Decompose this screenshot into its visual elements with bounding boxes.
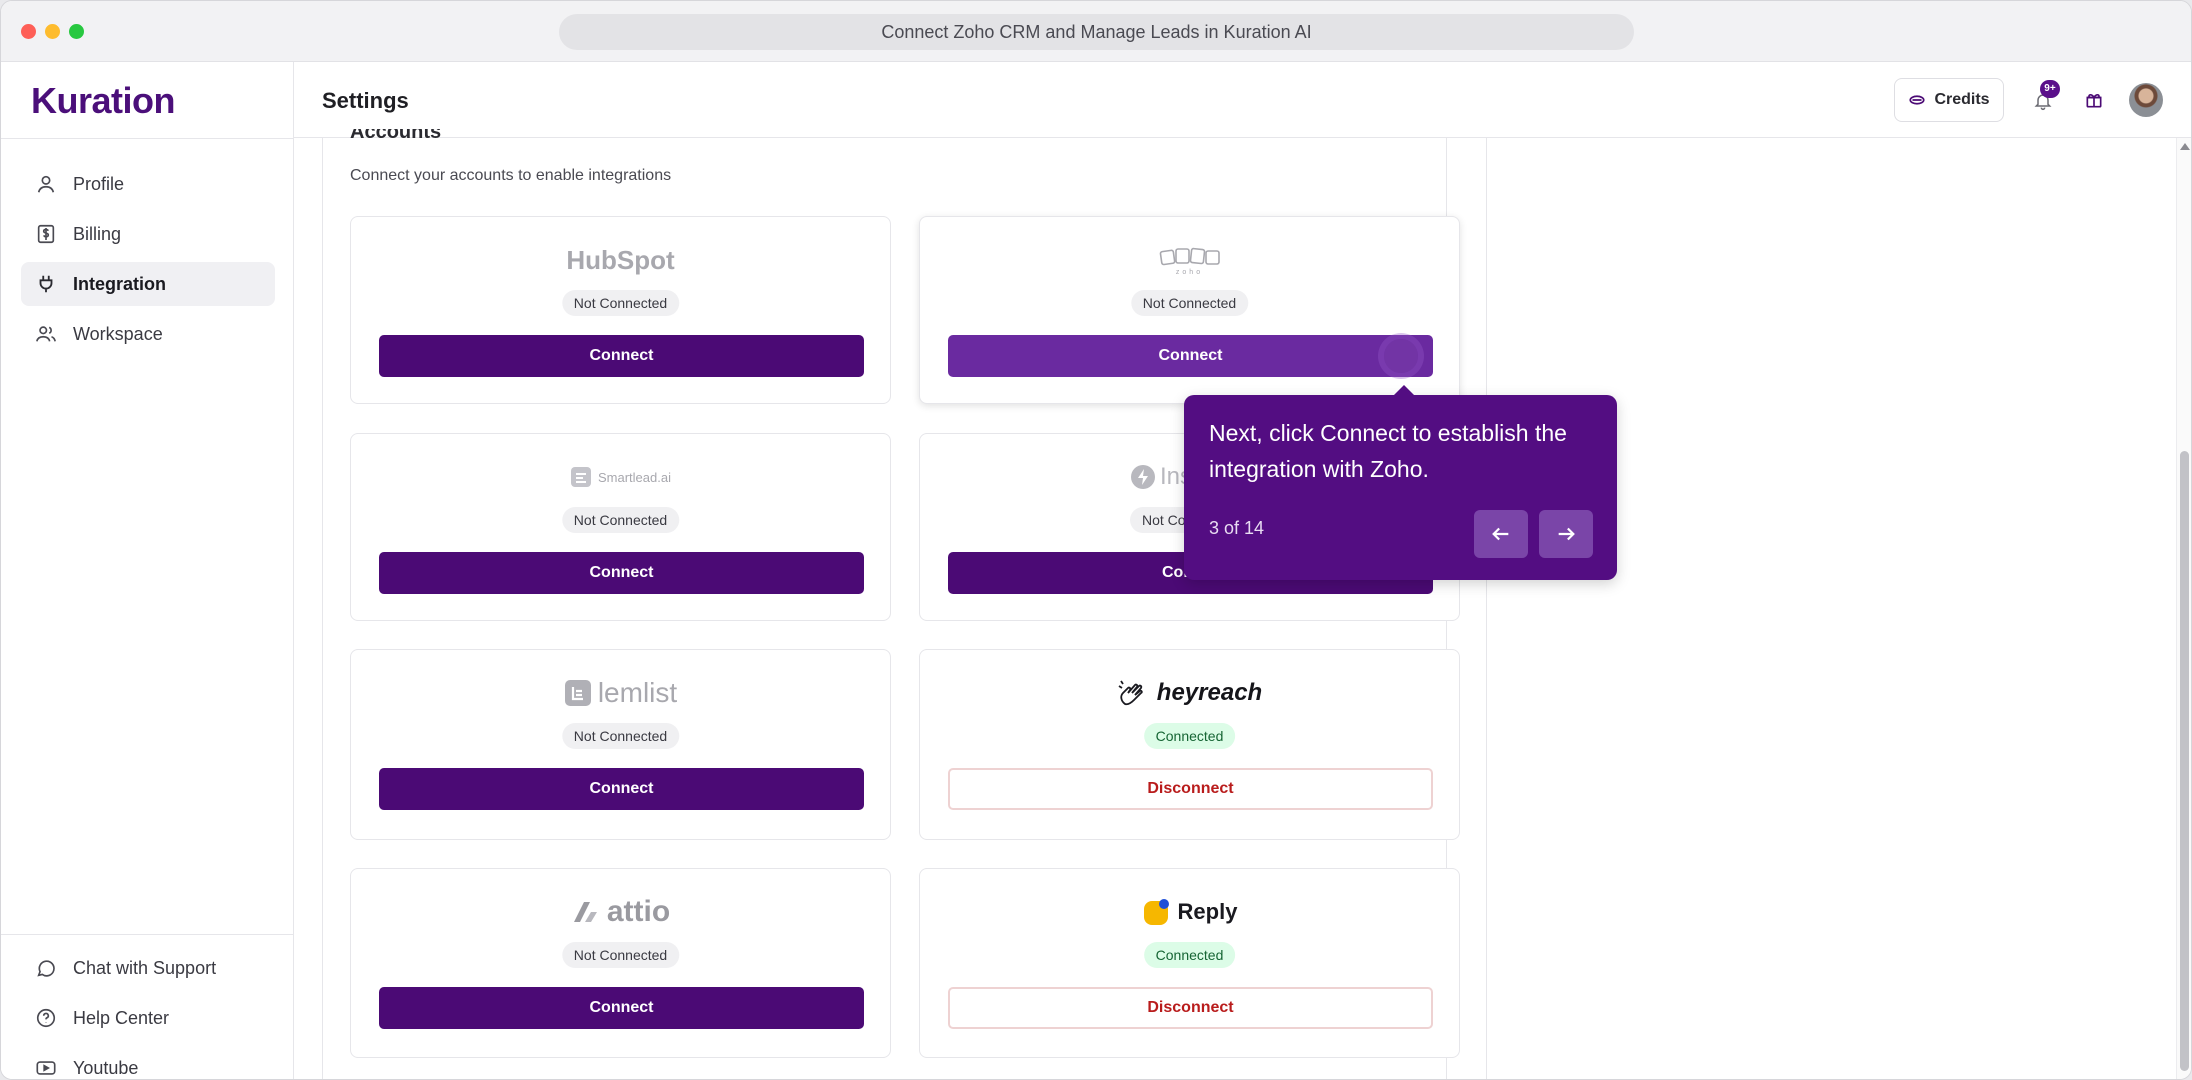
top-header: Settings Credits 9+ [294,62,2191,138]
user-avatar[interactable] [2129,83,2163,117]
credits-label: Credits [1934,91,1990,108]
sidebar-item-billing[interactable]: Billing [21,212,275,256]
youtube-icon [36,1061,56,1075]
smartlead-logo: Smartlead.ai [351,460,890,494]
attio-icon [573,902,597,922]
lightning-icon [1131,465,1155,489]
arrow-left-icon [1492,527,1509,541]
heyreach-logo: heyreach [920,676,1459,710]
sidebar-item-label: Workspace [73,323,163,344]
sidebar: Kuration Profile Billing Integration Wor… [1,62,294,1079]
integration-card-hubspot: HubSpot Not Connected Connect [350,216,891,404]
kuration-logo[interactable]: Kuration [31,80,176,122]
sidebar-item-integration[interactable]: Integration [21,262,275,306]
reply-logo: Reply [920,895,1459,929]
tour-hotspot[interactable] [1384,339,1418,373]
sidebar-item-label: Billing [73,223,122,244]
right-pane [1488,138,2176,1079]
scroll-up-arrow[interactable] [2180,143,2190,150]
tooltip-step-counter: 3 of 14 [1209,518,1265,538]
tooltip-next-button[interactable] [1539,510,1593,558]
integration-card-smartlead: Smartlead.ai Not Connected Connect [350,433,891,621]
status-badge: Not Connected [561,942,680,968]
help-icon [36,1008,56,1028]
status-badge: Connected [1143,723,1236,749]
connect-button[interactable]: Connect [379,768,864,810]
connect-button[interactable]: Connect [379,987,864,1029]
divider [1,138,294,139]
sidebar-item-help-center[interactable]: Help Center [21,996,275,1040]
tooltip-text: Next, click Connect to establish the int… [1209,420,1567,482]
credits-icon [1909,95,1926,105]
dollar-icon [37,224,55,244]
close-window-button[interactable] [21,24,36,39]
lemlist-logo: lemlist [351,676,890,710]
plug-icon [39,275,53,293]
disconnect-button[interactable]: Disconnect [948,987,1433,1029]
sidebar-item-workspace[interactable]: Workspace [21,312,275,356]
gift-icon [2086,94,2102,108]
divider [1,934,294,935]
app-window: Connect Zoho CRM and Manage Leads in Kur… [0,0,2192,1080]
user-icon [37,175,55,193]
sidebar-item-youtube[interactable]: Youtube [21,1046,275,1079]
sidebar-item-label: Integration [73,273,166,294]
title-bar: Connect Zoho CRM and Manage Leads in Kur… [1,1,2191,62]
integration-card-lemlist: lemlist Not Connected Connect [350,649,891,840]
page-title: Settings [322,88,409,113]
attio-logo: attio [351,895,890,929]
minimize-window-button[interactable] [45,24,60,39]
status-badge: Not Connected [561,723,680,749]
reply-icon [1143,899,1169,925]
status-badge: Not Connected [1130,290,1249,316]
sidebar-item-chat-support[interactable]: Chat with Support [21,946,275,990]
credits-button[interactable]: Credits [1894,78,2004,122]
connect-button[interactable]: Connect [379,335,864,377]
zoho-logo: zoho [920,243,1459,277]
sidebar-item-label: Chat with Support [73,957,217,978]
connect-button[interactable]: Connect [379,552,864,594]
integration-card-attio: attio Not Connected Connect [350,868,891,1058]
sidebar-item-profile[interactable]: Profile [21,162,275,206]
lemlist-icon [564,680,591,706]
sidebar-item-label: Help Center [73,1007,170,1028]
integration-card-heyreach: heyreach Connected Disconnect [919,649,1460,840]
scrollbar-thumb[interactable] [2180,451,2189,1071]
tooltip-previous-button[interactable] [1474,510,1528,558]
connect-button[interactable]: Connect [948,335,1433,377]
window-title[interactable]: Connect Zoho CRM and Manage Leads in Kur… [559,14,1634,50]
waving-hand-icon [1118,680,1143,706]
status-badge: Connected [1143,942,1236,968]
maximize-window-button[interactable] [69,24,84,39]
smartlead-icon [571,467,591,487]
section-subtitle: Connect your accounts to enable integrat… [350,167,672,184]
users-icon [36,326,56,342]
chat-icon [37,960,55,977]
arrow-right-icon [1558,527,1575,541]
integration-card-zoho: zoho Not Connected Connect [919,216,1460,404]
status-badge: Not Connected [561,290,680,316]
status-badge: Not Connected [561,507,680,533]
integration-card-reply: Reply Connected Disconnect [919,868,1460,1058]
notification-count-badge: 9+ [2040,80,2060,98]
hubspot-logo: HubSpot [566,244,675,275]
tour-tooltip: Next, click Connect to establish the int… [1184,385,1617,580]
disconnect-button[interactable]: Disconnect [948,768,1433,810]
gift-button[interactable] [2080,86,2108,114]
sidebar-item-label: Youtube [73,1057,139,1078]
sidebar-item-label: Profile [73,173,125,194]
